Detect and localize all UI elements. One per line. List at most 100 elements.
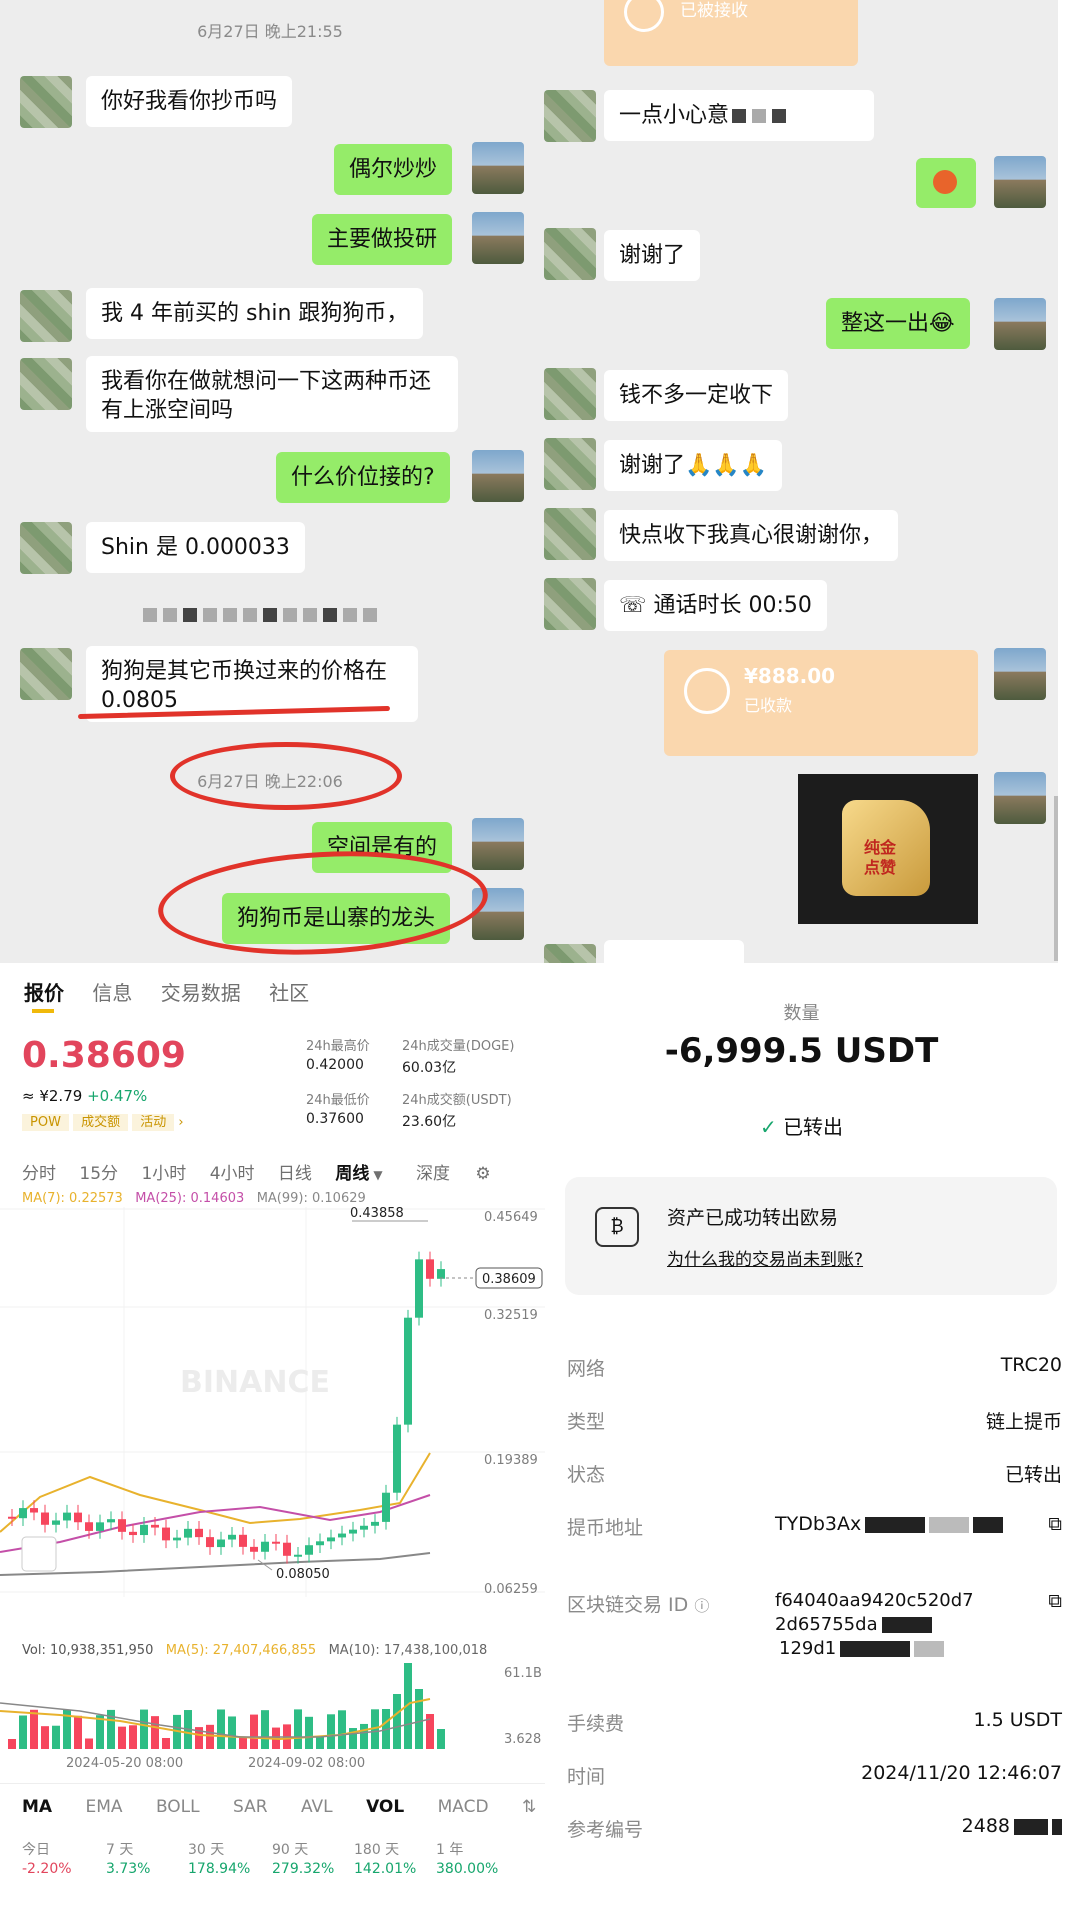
interval-tab[interactable]: 日线 (278, 1164, 312, 1184)
message-bubble[interactable]: 什么价位接的? (276, 452, 450, 503)
volume-bar (85, 1738, 93, 1749)
avatar[interactable] (20, 76, 72, 128)
tab-trade-data[interactable]: 交易数据 (161, 981, 241, 1005)
txid-line: 129d1 (779, 1638, 945, 1659)
candle (261, 1541, 269, 1552)
candle (8, 1516, 16, 1519)
call-duration-bubble[interactable]: ☏ 通话时长 00:50 (604, 580, 827, 631)
withdraw-status: ✓ 已转出 (545, 1111, 1058, 1140)
tag[interactable]: 成交额 (73, 1114, 129, 1131)
candle (19, 1508, 27, 1519)
indicator-tab[interactable]: SAR (233, 1797, 268, 1817)
message-bubble[interactable]: 谢谢了🙏🙏🙏 (604, 440, 783, 491)
tab-info[interactable]: 信息 (92, 981, 132, 1005)
avatar[interactable] (544, 438, 596, 490)
interval-tab[interactable]: 1小时 (141, 1164, 186, 1184)
help-link[interactable]: 为什么我的交易尚未到账? (667, 1245, 863, 1270)
message-bubble[interactable] (604, 940, 744, 963)
candle (195, 1528, 203, 1538)
message-bubble[interactable]: 我 4 年前买的 shin 跟狗狗币， (86, 288, 424, 339)
settings-icon[interactable]: ⚙ (475, 1164, 490, 1184)
tag[interactable]: POW (22, 1114, 69, 1131)
avatar[interactable] (20, 290, 72, 342)
indicator-tab[interactable]: MA (22, 1797, 52, 1817)
avatar[interactable] (994, 648, 1046, 700)
candle (30, 1508, 38, 1513)
copy-icon[interactable]: ⧉ (1048, 1590, 1062, 1612)
volume-bar (415, 1689, 423, 1749)
message-line: 有上涨空间吗 (101, 398, 234, 423)
indicator-tab[interactable]: MACD (438, 1797, 489, 1817)
transfer-card[interactable]: ¥888.00 已收款 (664, 650, 978, 756)
indicator-settings-icon[interactable]: ⇅ (522, 1797, 536, 1817)
message-bubble[interactable]: 一点小心意 (604, 90, 874, 141)
vol-label: Vol: 10,938,351,950 (22, 1643, 154, 1658)
volume-chart[interactable]: 61.1B 3.628 2024-05-20 08:00 2024-09-02 … (0, 1663, 545, 1773)
interval-tab[interactable]: 深度 (416, 1164, 450, 1184)
avatar[interactable] (20, 522, 72, 574)
candle (228, 1534, 236, 1540)
tag[interactable]: 活动 (132, 1114, 175, 1131)
avatar[interactable] (544, 368, 596, 420)
message-bubble[interactable]: 钱不多一定收下 (604, 370, 789, 421)
tab-indicator (32, 1009, 54, 1013)
volume-bar (393, 1694, 401, 1749)
ma99-line (0, 1552, 431, 1576)
volume-bar (74, 1715, 82, 1749)
message-bubble[interactable]: 偶尔炒炒 (334, 144, 453, 195)
transfer-card-received[interactable]: 已被接收 (604, 0, 858, 66)
message-bubble[interactable]: 谢谢了 (604, 230, 701, 281)
avatar[interactable] (544, 508, 596, 560)
message-bubble[interactable]: 整这一出😂 (826, 298, 970, 349)
message-bubble[interactable]: 我看你在做就想问一下这两种币还 有上涨空间吗 (86, 356, 458, 432)
interval-tab[interactable]: 分时 (22, 1164, 56, 1184)
candlestick-chart[interactable]: BINANCE 0.45649 0.32519 0.19389 0.06259 … (0, 1207, 545, 1597)
txid-line: f64040aa9420c520d7 (775, 1590, 974, 1611)
interval-tab[interactable]: 15分 (79, 1164, 118, 1184)
message-bubble[interactable]: 你好我看你抄币吗 (86, 76, 293, 127)
avatar[interactable] (994, 156, 1046, 208)
message-bubble[interactable]: Shin 是 0.000033 (86, 522, 305, 573)
low-marker-line (257, 1559, 273, 1571)
interval-tab[interactable]: 周线 (335, 1164, 369, 1184)
candle (107, 1519, 115, 1523)
perf-value: 3.73% (106, 1861, 151, 1877)
volume-bar (206, 1724, 214, 1749)
avatar[interactable] (544, 944, 596, 963)
copy-icon[interactable]: ⧉ (1048, 1513, 1062, 1535)
indicator-tab[interactable]: VOL (366, 1797, 404, 1817)
row-key: 参考编号 (567, 1819, 644, 1841)
info-icon[interactable]: ⓘ (694, 1597, 709, 1615)
avatar[interactable] (994, 298, 1046, 350)
perf-label: 1 年 (436, 1842, 464, 1858)
avatar[interactable] (472, 450, 524, 502)
avatar[interactable] (472, 818, 524, 870)
expand-icon[interactable] (21, 1536, 57, 1572)
avatar[interactable] (544, 228, 596, 280)
ma99-label: MA(99): 0.10629 (256, 1191, 366, 1206)
avatar[interactable] (472, 212, 524, 264)
avatar[interactable] (544, 578, 596, 630)
axis-tick-label: 0.06259 (484, 1582, 538, 1597)
avatar[interactable] (472, 142, 524, 194)
tab-quote[interactable]: 报价 (24, 981, 64, 1005)
thumbs-up-sticker[interactable]: 纯金 点赞 (798, 774, 978, 924)
tab-community[interactable]: 社区 (269, 981, 309, 1005)
avatar[interactable] (544, 90, 596, 142)
red-circle-annotation (155, 843, 491, 963)
avatar[interactable] (994, 772, 1046, 824)
message-bubble[interactable]: 主要做投研 (312, 214, 453, 265)
vol-ma10-label: MA(10): 17,438,100,018 (328, 1643, 488, 1658)
interval-tab[interactable]: 4小时 (210, 1164, 255, 1184)
message-bubble[interactable] (916, 158, 976, 208)
chat-right-panel: 已被接收 一点小心意 谢谢了 整这一出😂 钱不多一定收下 谢谢了🙏🙏🙏 快点收下… (540, 0, 1058, 963)
indicator-tab[interactable]: EMA (85, 1797, 122, 1817)
message-bubble[interactable]: 快点收下我真心很谢谢你， (604, 510, 899, 561)
indicator-tab[interactable]: BOLL (156, 1797, 200, 1817)
avatar[interactable] (20, 358, 72, 410)
candle (426, 1259, 434, 1279)
indicator-tab[interactable]: AVL (301, 1797, 333, 1817)
txid-text: 129d1 (779, 1638, 837, 1659)
avatar[interactable] (20, 648, 72, 700)
volume-bar (217, 1709, 225, 1749)
